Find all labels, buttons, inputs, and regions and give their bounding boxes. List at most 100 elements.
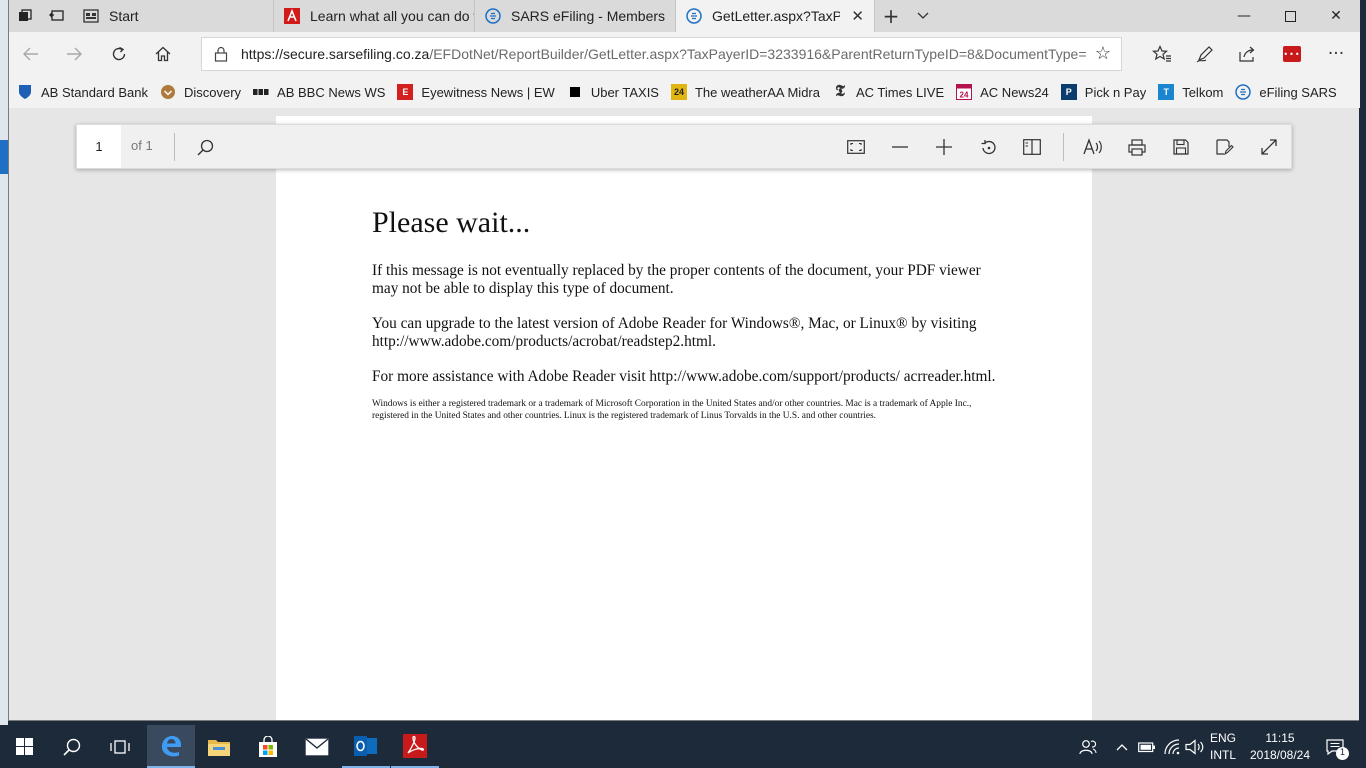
action-center-icon[interactable]: 1 (1320, 725, 1350, 768)
telkom-icon: T (1158, 84, 1175, 100)
input-language-indicator[interactable]: ENG INTL (1206, 730, 1240, 764)
taskbar: ENG INTL 11:15 2018/08/24 1 (0, 725, 1366, 768)
clock[interactable]: 11:15 2018/08/24 (1249, 730, 1311, 764)
set-aside-tabs-icon[interactable] (9, 0, 41, 32)
web-note-pen-icon[interactable] (1188, 38, 1222, 70)
lock-icon (214, 46, 228, 62)
search-icon[interactable] (48, 725, 96, 768)
favorite-pick-n-pay[interactable]: P Pick n Pay (1060, 84, 1146, 100)
zoom-out-icon[interactable] (884, 131, 916, 163)
close-window-button[interactable]: ✕ (1313, 0, 1359, 32)
zoom-in-icon[interactable] (928, 131, 960, 163)
favorite-label: The weatherAA Midra (694, 84, 820, 100)
favorite-label: AB Standard Bank (41, 84, 148, 100)
extension-icon[interactable]: ••• (1275, 38, 1309, 70)
store-icon[interactable] (244, 725, 292, 768)
favorite-star-icon[interactable]: ☆ (1095, 43, 1111, 64)
home-button[interactable] (147, 38, 179, 70)
fit-page-icon[interactable] (840, 131, 872, 163)
adobe-acrobat-icon[interactable] (391, 725, 439, 768)
new-tab-button[interactable]: + (875, 0, 907, 32)
notification-bubble: 1 (1326, 738, 1349, 760)
favorite-standard-bank[interactable]: AB Standard Bank (17, 84, 148, 100)
people-icon[interactable] (1076, 725, 1100, 768)
efiling-icon (485, 8, 501, 24)
more-options-icon[interactable]: ··· (1319, 38, 1353, 70)
pick-n-pay-icon: P (1060, 84, 1077, 100)
trademark-fine-print: Windows is either a registered trademark… (372, 399, 972, 421)
favorite-label: AB BBC News WS (277, 84, 386, 100)
wifi-icon[interactable] (1161, 725, 1183, 768)
ewn-icon: E (397, 84, 414, 100)
weather-icon: 24 (670, 84, 687, 100)
document-heading: Please wait... (372, 206, 531, 239)
edge-browser-icon[interactable] (147, 725, 195, 768)
favorite-times-live[interactable]: 𝕿 AC Times LIVE (832, 84, 944, 100)
volume-icon[interactable] (1184, 725, 1206, 768)
toolbar-divider (1063, 133, 1064, 161)
favorite-label: Eyewitness News | EW (421, 84, 555, 100)
efiling-icon (1235, 84, 1252, 100)
tab-sars-efiling[interactable]: SARS eFiling - Members (475, 0, 676, 32)
favorite-uber[interactable]: Uber TAXIS (567, 84, 659, 100)
tab-adobe[interactable]: Learn what all you can do w (274, 0, 475, 32)
show-hidden-icons-chevron-icon[interactable] (1112, 725, 1132, 768)
share-icon[interactable] (1231, 38, 1265, 70)
back-button[interactable] (15, 38, 47, 70)
tab-getletter[interactable]: GetLetter.aspx?TaxPayer ✕ (676, 0, 875, 32)
minimize-button[interactable]: — (1221, 0, 1267, 32)
favorite-weather[interactable]: 24 The weatherAA Midra (670, 84, 820, 100)
favorite-discovery[interactable]: Discovery (160, 84, 241, 100)
maximize-button[interactable] (1267, 0, 1313, 32)
task-view-icon[interactable] (96, 725, 144, 768)
tab-label: GetLetter.aspx?TaxPayer (712, 8, 840, 24)
file-explorer-icon[interactable] (195, 725, 243, 768)
page-layout-icon[interactable] (1016, 131, 1048, 163)
url-host: https://secure.sarsefiling.co.za (241, 46, 430, 62)
pdf-viewer: Please wait... If this message is not ev… (9, 108, 1359, 720)
language-code: ENG (1209, 731, 1236, 745)
clock-date: 2018/08/24 (1249, 748, 1311, 762)
save-icon[interactable] (1165, 131, 1197, 163)
favorites-hub-icon[interactable] (1145, 38, 1179, 70)
desktop-edge (0, 0, 8, 725)
page-number-input[interactable]: 1 (77, 125, 121, 168)
favorite-efiling-sars[interactable]: eFiling SARS (1235, 84, 1337, 100)
news24-icon: 24 (956, 84, 973, 100)
favorite-telkom[interactable]: T Telkom (1158, 84, 1223, 100)
forward-button[interactable] (58, 38, 90, 70)
full-screen-icon[interactable] (1253, 131, 1285, 163)
document-body: Please wait... If this message is not ev… (372, 206, 1002, 439)
efiling-icon (686, 8, 702, 24)
svg-text:24: 24 (960, 91, 969, 100)
address-bar[interactable]: https://secure.sarsefiling.co.za/EFDotNe… (201, 37, 1122, 71)
close-tab-icon[interactable]: ✕ (851, 7, 864, 25)
outlook-icon[interactable] (342, 725, 390, 768)
favorite-eyewitness-news[interactable]: E Eyewitness News | EW (397, 84, 555, 100)
favorite-news24[interactable]: 24 AC News24 (956, 84, 1049, 100)
refresh-button[interactable] (103, 38, 135, 70)
document-paragraph: You can upgrade to the latest version of… (372, 315, 977, 350)
search-icon[interactable] (189, 131, 221, 163)
rotate-icon[interactable] (972, 131, 1004, 163)
battery-icon[interactable] (1136, 725, 1158, 768)
notification-count: 1 (1336, 746, 1349, 760)
keyboard-layout: INTL (1209, 748, 1236, 762)
save-as-icon[interactable] (1209, 131, 1241, 163)
navigation-bar: https://secure.sarsefiling.co.za/EFDotNe… (9, 32, 1360, 76)
print-icon[interactable] (1121, 131, 1153, 163)
tab-preview-chevron-down-icon[interactable] (907, 0, 939, 32)
toolbar-divider (174, 133, 175, 161)
url-path: /EFDotNet/ReportBuilder/GetLetter.aspx?T… (429, 46, 1086, 62)
tab-start[interactable]: Start (73, 0, 274, 32)
read-aloud-icon[interactable] (1077, 131, 1109, 163)
favorite-bbc-news[interactable]: AB BBC News WS (253, 84, 385, 100)
windows-start-icon[interactable] (0, 725, 48, 768)
discovery-icon (160, 84, 176, 100)
browser-window: Start Learn what all you can do w SARS e… (8, 0, 1360, 721)
restore-tabs-icon[interactable] (41, 0, 73, 32)
tab-label: SARS eFiling - Members (511, 8, 666, 24)
start-page-icon (83, 8, 99, 24)
url-text[interactable]: https://secure.sarsefiling.co.za/EFDotNe… (241, 46, 1086, 62)
mail-icon[interactable] (293, 725, 341, 768)
